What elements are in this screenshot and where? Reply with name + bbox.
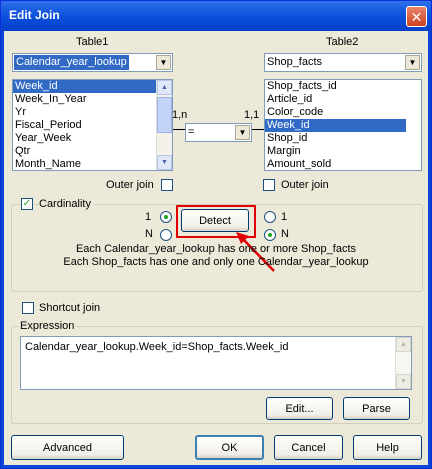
chevron-down-icon[interactable]: ▼ <box>156 55 171 70</box>
title-bar[interactable]: Edit Join ✕ <box>1 1 431 31</box>
scrollbar[interactable]: ▲ ▼ <box>156 80 172 170</box>
list-item[interactable]: Week_id <box>265 119 406 132</box>
table1-columns-list[interactable]: Week_id Week_In_Year Yr Fiscal_Period Ye… <box>12 79 173 171</box>
scroll-up-icon[interactable]: ▲ <box>157 80 172 95</box>
scroll-up-icon[interactable]: ▲ <box>396 337 411 352</box>
operator-selected: = <box>188 126 195 138</box>
outer-join-left-checkbox[interactable] <box>161 179 173 191</box>
scroll-down-icon[interactable]: ▼ <box>396 374 411 389</box>
outer-join-left-label: Outer join <box>106 179 154 191</box>
list-item[interactable]: Week_In_Year <box>13 93 172 106</box>
join-line-right <box>252 129 264 130</box>
list-item[interactable]: Yr <box>13 106 172 119</box>
left-many-label: N <box>145 228 153 240</box>
chevron-down-icon[interactable]: ▼ <box>235 125 250 140</box>
list-item[interactable]: Shop_id <box>265 132 421 145</box>
cardinality-left-label: 1,n <box>172 109 188 121</box>
table1-label: Table1 <box>76 36 109 48</box>
ok-button[interactable]: OK <box>195 435 264 460</box>
cardinality-description-1: Each Calendar_year_lookup has one or mor… <box>75 243 357 255</box>
close-button[interactable]: ✕ <box>406 6 427 27</box>
list-item[interactable]: Amount_sold <box>265 158 421 170</box>
left-one-label: 1 <box>145 211 152 223</box>
shortcut-join-label: Shortcut join <box>39 302 101 314</box>
table2-label: Table2 <box>326 36 359 48</box>
left-one-radio[interactable] <box>160 211 172 223</box>
right-one-label: 1 <box>281 211 288 223</box>
chevron-down-icon[interactable]: ▼ <box>405 55 420 70</box>
expression-textarea[interactable]: Calendar_year_lookup.Week_id=Shop_facts.… <box>20 336 412 390</box>
table2-selected: Shop_facts <box>267 56 323 68</box>
help-button[interactable]: Help <box>353 435 422 460</box>
shortcut-join-checkbox[interactable] <box>22 302 34 314</box>
scrollbar[interactable]: ▲ ▼ <box>395 337 411 389</box>
left-many-radio[interactable] <box>160 229 172 241</box>
list-item[interactable]: Year_Week <box>13 132 172 145</box>
join-line-left <box>173 129 185 130</box>
scroll-down-icon[interactable]: ▼ <box>157 155 172 170</box>
list-item[interactable]: Fiscal_Period <box>13 119 172 132</box>
cardinality-right-label: 1,1 <box>244 109 260 121</box>
dialog-body: Table1 Calendar_year_lookup ▼ Week_id We… <box>4 31 428 465</box>
outer-join-right-label: Outer join <box>281 179 329 191</box>
right-many-radio[interactable] <box>264 229 276 241</box>
outer-join-left-text: Outer join <box>106 179 154 191</box>
table1-dropdown[interactable]: Calendar_year_lookup ▼ <box>12 53 173 72</box>
table1-selected: Calendar_year_lookup <box>14 55 129 70</box>
list-item[interactable]: Month_Name <box>13 158 172 170</box>
window-title: Edit Join <box>9 8 60 22</box>
expression-label: Expression <box>18 320 77 332</box>
scroll-thumb[interactable] <box>157 97 172 133</box>
right-many-label: N <box>281 228 289 240</box>
cancel-button[interactable]: Cancel <box>274 435 343 460</box>
cardinality-label: Cardinality <box>39 198 94 210</box>
list-item[interactable]: Shop_facts_id <box>265 80 421 93</box>
expression-text: Calendar_year_lookup.Week_id=Shop_facts.… <box>25 341 289 353</box>
table2-dropdown[interactable]: Shop_facts ▼ <box>264 53 422 72</box>
edit-button[interactable]: Edit... <box>266 397 333 420</box>
list-item[interactable]: Article_id <box>265 93 421 106</box>
right-one-radio[interactable] <box>264 211 276 223</box>
list-item[interactable]: Qtr <box>13 145 172 158</box>
cardinality-description-2: Each Shop_facts has one and only one Cal… <box>63 256 369 268</box>
list-item[interactable]: Week_id <box>13 80 172 93</box>
operator-dropdown[interactable]: = ▼ <box>185 123 252 142</box>
list-item[interactable]: Margin <box>265 145 421 158</box>
advanced-button[interactable]: Advanced <box>11 435 124 460</box>
parse-button[interactable]: Parse <box>343 397 410 420</box>
outer-join-right-checkbox[interactable] <box>263 179 275 191</box>
list-item[interactable]: Color_code <box>265 106 421 119</box>
edit-join-dialog: Edit Join ✕ Table1 Calendar_year_lookup … <box>0 0 432 469</box>
cardinality-checkbox[interactable]: ✓ <box>21 198 33 210</box>
table2-columns-list[interactable]: Shop_facts_id Article_id Color_code Week… <box>264 79 422 171</box>
